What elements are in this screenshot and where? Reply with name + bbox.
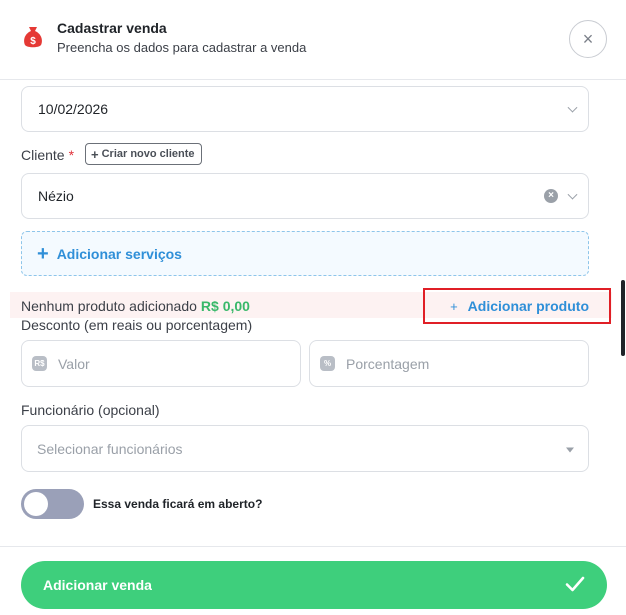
create-client-button[interactable]: + Criar novo cliente xyxy=(85,143,202,165)
add-product-label: Adicionar produto xyxy=(467,298,589,314)
discount-value-input[interactable]: R$ Valor xyxy=(21,340,301,387)
create-client-label: Criar novo cliente xyxy=(101,148,195,160)
employee-placeholder: Selecionar funcionários xyxy=(37,440,183,457)
no-product-text: Nenhum produto adicionado xyxy=(21,298,197,314)
footer-divider xyxy=(0,546,626,547)
clear-icon[interactable]: × xyxy=(544,189,558,203)
date-value: 10/02/2026 xyxy=(38,101,109,117)
open-sale-label: Essa venda ficará em aberto? xyxy=(93,497,263,511)
add-services-label: Adicionar serviços xyxy=(56,245,182,262)
currency-icon: R$ xyxy=(32,356,47,371)
check-icon xyxy=(565,576,585,592)
modal-title: Cadastrar venda xyxy=(57,20,167,36)
svg-text:$: $ xyxy=(30,36,36,47)
date-select[interactable]: 10/02/2026 xyxy=(21,86,589,132)
product-total: R$ 0,00 xyxy=(200,298,250,314)
modal-header: $ Cadastrar venda Preencha os dados para… xyxy=(0,0,626,80)
discount-percent-placeholder: Porcentagem xyxy=(346,355,430,372)
plus-icon: + xyxy=(91,146,99,162)
discount-label: Desconto (em reais ou porcentagem) xyxy=(21,317,253,333)
plus-icon: + xyxy=(450,298,458,314)
close-icon: × xyxy=(582,28,594,49)
percent-icon: % xyxy=(320,356,335,371)
money-bag-icon: $ xyxy=(24,27,42,48)
employee-label: Funcionário (opcional) xyxy=(21,402,160,418)
add-sale-label: Adicionar venda xyxy=(43,577,152,593)
client-select[interactable]: Nézio × xyxy=(21,173,589,219)
discount-value-placeholder: Valor xyxy=(58,355,90,372)
open-sale-toggle[interactable] xyxy=(21,489,84,519)
add-sale-button[interactable]: Adicionar venda xyxy=(21,561,607,609)
product-summary: Nenhum produto adicionado R$ 0,00 xyxy=(21,298,250,314)
modal-subtitle: Preencha os dados para cadastrar a venda xyxy=(57,40,307,55)
add-product-button[interactable]: + Adicionar produto xyxy=(423,288,611,324)
scrollbar[interactable] xyxy=(621,280,625,356)
caret-down-icon xyxy=(566,447,574,452)
plus-icon: + xyxy=(37,242,49,265)
close-button[interactable]: × xyxy=(569,20,607,58)
toggle-knob xyxy=(24,492,48,516)
client-label: Cliente * xyxy=(21,147,75,163)
add-services-button[interactable]: + Adicionar serviços xyxy=(21,231,589,276)
required-mark: * xyxy=(68,147,75,163)
chevron-down-icon xyxy=(567,102,578,113)
chevron-down-icon xyxy=(567,189,578,200)
client-value: Nézio xyxy=(38,188,74,204)
discount-percent-input[interactable]: % Porcentagem xyxy=(309,340,589,387)
employee-select[interactable]: Selecionar funcionários xyxy=(21,425,589,472)
